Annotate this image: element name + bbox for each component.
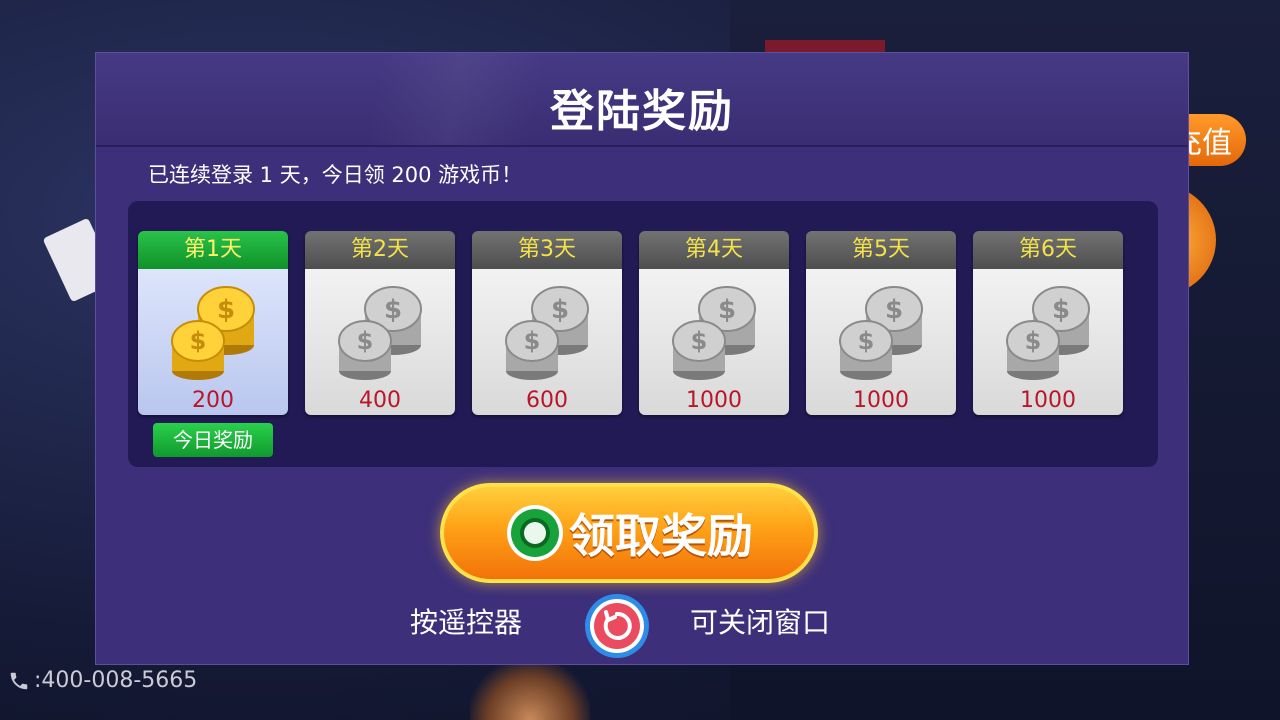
day-label: 第3天: [472, 231, 622, 269]
day-amount: 1000: [853, 388, 909, 413]
day-label: 第4天: [639, 231, 789, 269]
day-body: $ $ 400: [305, 269, 455, 415]
day-label: 第6天: [973, 231, 1123, 269]
gold-coins-icon: $ $: [171, 286, 255, 380]
today-reward-badge: 今日奖励: [153, 423, 273, 457]
silver-coins-icon: $ $: [338, 286, 422, 380]
svg-text:$: $: [885, 295, 903, 325]
svg-text:$: $: [217, 295, 235, 325]
day-label: 第1天: [138, 231, 288, 269]
close-hint-prefix: 按遥控器: [410, 606, 523, 639]
day-card-3[interactable]: 第3天 $ $ 600: [472, 231, 622, 415]
hotline: :400-008-5665: [8, 668, 197, 693]
day-label: 第5天: [806, 231, 956, 269]
day-card-5[interactable]: 第5天 $ $ 1000: [806, 231, 956, 415]
back-key-icon[interactable]: [584, 593, 650, 659]
day-amount: 1000: [686, 388, 742, 413]
login-reward-dialog: 登陆奖励 已连续登录 1 天，今日领 200 游戏币！ 第1天 $ $ 200 …: [95, 52, 1189, 665]
hotline-number: :400-008-5665: [34, 668, 198, 693]
day-body: $ $ 200: [138, 269, 288, 415]
svg-text:$: $: [357, 327, 374, 355]
login-summary: 已连续登录 1 天，今日领 200 游戏币！: [148, 163, 523, 187]
day-amount: 200: [192, 388, 234, 413]
day-body: $ $ 1000: [806, 269, 956, 415]
day-label: 第2天: [305, 231, 455, 269]
claim-reward-label: 领取奖励: [569, 509, 753, 563]
svg-text:$: $: [551, 295, 569, 325]
background-character: [470, 660, 590, 720]
day-card-6[interactable]: 第6天 $ $ 1000: [973, 231, 1123, 415]
day-card-2[interactable]: 第2天 $ $ 400: [305, 231, 455, 415]
day-amount: 400: [359, 388, 401, 413]
day-amount: 600: [526, 388, 568, 413]
svg-text:$: $: [190, 327, 207, 355]
silver-coins-icon: $ $: [672, 286, 756, 380]
svg-text:$: $: [524, 327, 541, 355]
silver-coins-icon: $ $: [1006, 286, 1090, 380]
svg-text:$: $: [691, 327, 708, 355]
dialog-header: 登陆奖励: [96, 53, 1188, 147]
svg-text:$: $: [1025, 327, 1042, 355]
svg-text:$: $: [858, 327, 875, 355]
reward-days-panel: 第1天 $ $ 200 第2天 $ $ 400 第3天 $ $ 600 第4天 …: [128, 201, 1158, 467]
svg-text:$: $: [1052, 295, 1070, 325]
day-body: $ $ 600: [472, 269, 622, 415]
close-hint-suffix: 可关闭窗口: [690, 606, 831, 639]
day-body: $ $ 1000: [639, 269, 789, 415]
silver-coins-icon: $ $: [505, 286, 589, 380]
svg-text:$: $: [718, 295, 736, 325]
dialog-title: 登陆奖励: [550, 86, 734, 137]
day-amount: 1000: [1020, 388, 1076, 413]
day-card-1[interactable]: 第1天 $ $ 200: [138, 231, 288, 415]
svg-text:$: $: [384, 295, 402, 325]
claim-reward-button[interactable]: 领取奖励: [440, 483, 818, 583]
confirm-ok-icon: [507, 505, 563, 561]
silver-coins-icon: $ $: [839, 286, 923, 380]
phone-icon: [10, 672, 28, 689]
day-card-4[interactable]: 第4天 $ $ 1000: [639, 231, 789, 415]
day-body: $ $ 1000: [973, 269, 1123, 415]
